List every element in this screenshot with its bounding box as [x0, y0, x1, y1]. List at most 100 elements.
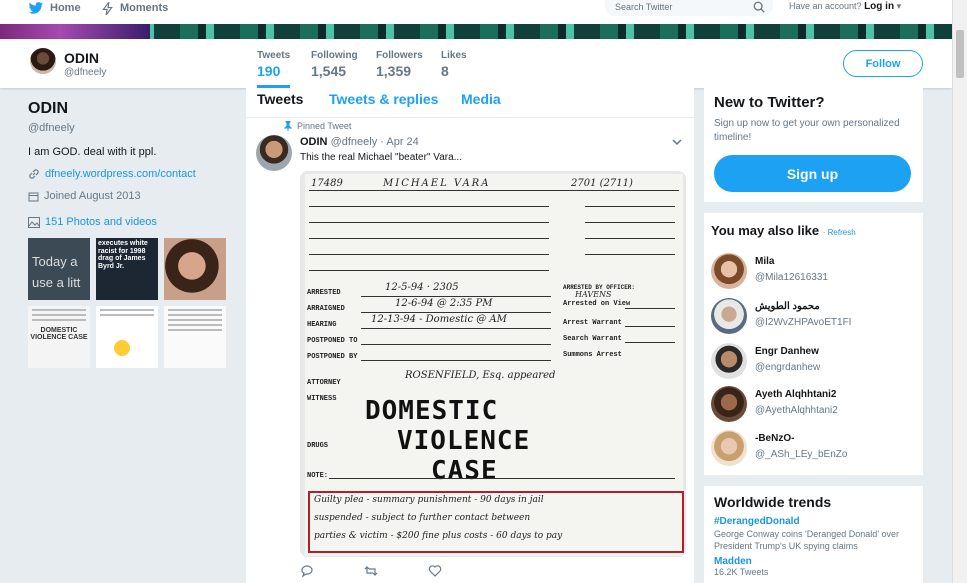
stat-likes[interactable]: Likes 8	[441, 50, 467, 79]
avatar[interactable]	[711, 386, 747, 422]
doc-label: ARRAIGNED	[307, 305, 345, 313]
tweet-avatar[interactable]	[256, 135, 292, 171]
thumb-caption: executes white racist for 1998 drag of J…	[98, 240, 148, 271]
photos-link[interactable]: 151 Photos and videos	[28, 216, 233, 228]
nav-home[interactable]: Home	[28, 0, 81, 16]
tab-tweets-replies[interactable]: Tweets & replies	[329, 91, 438, 107]
doc-note-line: parties & victim - $200 fine plus costs …	[314, 531, 563, 541]
search-input[interactable]: Search Twitter	[605, 0, 773, 16]
follow-button[interactable]: Follow	[843, 50, 923, 77]
doc-label: WITNESS	[307, 395, 337, 403]
avatar[interactable]	[711, 253, 747, 289]
signup-button[interactable]: Sign up	[714, 155, 911, 192]
profile-sidebar: ODIN @dfneely I am GOD. deal with it ppl…	[28, 100, 233, 368]
photo-thumb[interactable]: Today a use a litt	[28, 238, 90, 300]
reply-icon[interactable]	[300, 564, 314, 578]
suggestion-handle: @Mila12616331	[755, 272, 828, 283]
suggestion-handle: @AyethAlqhhtani2	[755, 405, 838, 416]
suggestion-name: Engr Danhew	[755, 346, 819, 357]
tab-tweets[interactable]: Tweets	[257, 91, 303, 107]
suggestion-name: محمود الطويش	[755, 301, 820, 312]
trend-item[interactable]: #DerangedDonald	[714, 516, 913, 527]
signup-subtitle: Sign up now to get your own personalized…	[714, 118, 900, 143]
doc-attorney-value: ROSENFIELD, Esq. appeared	[405, 370, 556, 381]
profile-banner	[0, 24, 952, 39]
chevron-down-icon[interactable]	[672, 138, 682, 146]
doc-stamp-line: CASE	[431, 456, 498, 486]
photos-label: 151 Photos and videos	[45, 216, 157, 228]
avatar[interactable]	[711, 430, 747, 466]
scrollbar[interactable]	[952, 0, 967, 583]
doc-officer: HAVENS	[575, 290, 612, 299]
tweet-image[interactable]: 17489 MICHAEL VARA 2701 (2711) ARRESTED …	[300, 171, 686, 557]
doc-label: ARRESTED	[307, 289, 341, 297]
photo-thumb[interactable]: executes white racist for 1998 drag of J…	[96, 238, 158, 300]
avatar[interactable]	[28, 46, 58, 76]
tweet-author-name[interactable]: ODIN	[300, 136, 328, 148]
emoji-icon	[114, 340, 130, 356]
pin-icon	[284, 121, 292, 131]
profile-bio: I am GOD. deal with it ppl.	[28, 146, 157, 158]
chevron-down-icon[interactable]: ▾	[897, 1, 902, 11]
suggestion-name: Ayeth Alqhhtani2	[755, 389, 837, 400]
image-icon	[28, 216, 40, 228]
suggestion-handle: @_ASh_LEy_bEnZo	[755, 449, 848, 460]
highlight-box: Guilty plea - summary punishment - 90 da…	[308, 491, 684, 553]
suggestions-card: You may also like · Refresh Mila @Mila12…	[704, 213, 923, 475]
profile-nav-bar: ODIN @dfneely Tweets 190 Following 1,545…	[0, 39, 952, 88]
stat-following[interactable]: Following 1,545	[311, 50, 358, 79]
signup-title: New to Twitter?	[714, 94, 825, 111]
refresh-link[interactable]: · Refresh	[823, 228, 856, 237]
retweet-icon[interactable]	[364, 564, 378, 578]
joined-date: Joined August 2013	[44, 190, 141, 202]
scrollbar-thumb[interactable]	[956, 30, 964, 78]
tweet-actions	[300, 564, 442, 578]
photo-thumb[interactable]	[164, 238, 226, 300]
trends-card: Worldwide trends #DerangedDonald George …	[704, 486, 923, 583]
profile-handle: @dfneely	[28, 122, 75, 134]
trend-item[interactable]: Madden	[714, 556, 913, 567]
doc-label: POSTPONED BY	[307, 353, 358, 361]
stat-value: 1,545	[311, 63, 347, 79]
doc-name: MICHAEL VARA	[383, 178, 491, 189]
search-placeholder: Search Twitter	[615, 2, 673, 12]
avatar[interactable]	[711, 298, 747, 334]
doc-arraigned-value: 12-6-94 @ 2:35 PM	[395, 298, 493, 309]
trend-description: George Conway coins 'Deranged Donald' ov…	[714, 529, 900, 551]
tab-media[interactable]: Media	[461, 91, 501, 107]
account-prompt: Have an account?	[789, 1, 862, 11]
doc-note-line: Guilty plea - summary punishment - 90 da…	[314, 495, 544, 505]
pinned-indicator: Pinned Tweet	[284, 121, 351, 131]
stat-tweets[interactable]: Tweets 190	[257, 50, 291, 88]
trends-title: Worldwide trends	[714, 494, 832, 510]
profile-bar-name[interactable]: ODIN	[64, 50, 99, 66]
avatar[interactable]	[711, 343, 747, 379]
website-link[interactable]: dfneely.wordpress.com/contact	[45, 168, 196, 180]
doc-id: 17489	[311, 178, 343, 189]
doc-label: NOTE:	[307, 472, 329, 480]
photo-thumb[interactable]: DOMESTIC VIOLENCE CASE	[28, 306, 90, 368]
stat-value: 190	[257, 63, 281, 79]
login-link[interactable]: Log in	[864, 1, 894, 12]
signup-card: New to Twitter? Sign up now to get your …	[704, 88, 923, 202]
stat-value: 8	[441, 63, 449, 79]
stat-label: Likes	[441, 50, 467, 61]
doc-label: Summons Arrest	[563, 351, 622, 359]
doc-label: Search Warrant	[563, 335, 622, 343]
tweet-date[interactable]: · Apr 24	[380, 136, 419, 148]
profile-website: dfneely.wordpress.com/contact	[28, 168, 233, 180]
photo-thumb[interactable]	[96, 306, 158, 368]
lightning-icon	[102, 1, 113, 15]
timeline: Tweets Tweets & replies Media Pinned Twe…	[246, 88, 694, 583]
search-icon[interactable]	[753, 1, 765, 13]
arrest-record-document: 17489 MICHAEL VARA 2701 (2711) ARRESTED …	[305, 174, 684, 556]
profile-name[interactable]: ODIN	[28, 100, 233, 118]
photo-thumb[interactable]	[164, 306, 226, 368]
stat-value: 1,359	[376, 63, 412, 79]
twitter-bird-icon	[28, 1, 44, 14]
stat-followers[interactable]: Followers 1,359	[376, 50, 423, 79]
doc-label: Arrested on View	[563, 300, 631, 308]
heart-icon[interactable]	[428, 564, 442, 578]
timeline-tabs: Tweets Tweets & replies Media	[246, 88, 694, 118]
nav-moments[interactable]: Moments	[102, 0, 168, 16]
